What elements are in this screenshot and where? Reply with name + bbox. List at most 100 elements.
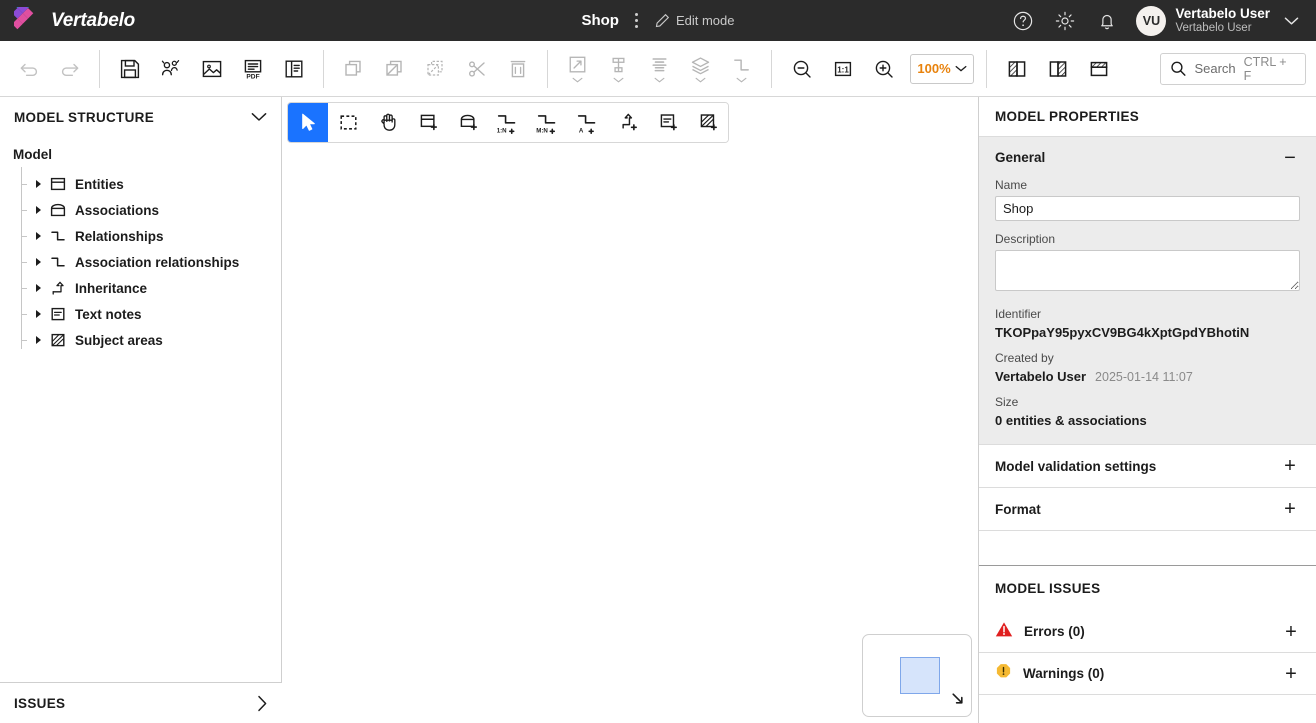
resize-diagonal-icon — [566, 55, 589, 76]
help-circle-icon[interactable] — [1002, 0, 1044, 41]
model-issues-errors-row[interactable]: Errors (0) + — [979, 611, 1316, 653]
tool-add-entity[interactable] — [408, 103, 448, 142]
diagram-canvas[interactable]: 1:N M:N A — [282, 97, 978, 723]
text-note-icon — [49, 306, 67, 322]
sidebar-item-relationships[interactable]: Relationships — [13, 223, 281, 249]
kebab-menu-icon[interactable] — [629, 12, 645, 30]
zoom-out-button[interactable] — [781, 49, 822, 89]
minimap-viewport[interactable] — [900, 657, 940, 694]
minus-icon[interactable]: − — [1280, 148, 1300, 168]
model-issues-warnings-row[interactable]: Warnings (0) + — [979, 653, 1316, 695]
align-button[interactable] — [598, 49, 639, 89]
gear-icon[interactable] — [1044, 0, 1086, 41]
name-field[interactable] — [995, 196, 1300, 221]
documentation-button[interactable] — [273, 49, 314, 89]
paste-special-button[interactable] — [415, 49, 456, 89]
edit-mode-button[interactable]: Edit mode — [655, 13, 735, 28]
chevron-down-icon — [613, 77, 624, 83]
format-section-header[interactable]: Format + — [995, 488, 1300, 530]
sidebar-item-entities[interactable]: Entities — [13, 171, 281, 197]
search-placeholder: Search — [1194, 61, 1235, 76]
zoom-level-select[interactable]: 100% — [910, 54, 974, 84]
zoom-reset-button[interactable]: 1:1 — [822, 49, 863, 89]
paste-button[interactable] — [374, 49, 415, 89]
tool-pan[interactable] — [368, 103, 408, 142]
sidebar-item-associations[interactable]: Associations — [13, 197, 281, 223]
zoom-in-button[interactable] — [863, 49, 904, 89]
share-button[interactable] — [150, 49, 191, 89]
tool-add-subject-area[interactable] — [688, 103, 728, 142]
avatar[interactable]: VU — [1136, 6, 1166, 36]
user-menu-chevron-down-icon[interactable] — [1276, 0, 1306, 41]
undo-button[interactable] — [8, 49, 49, 89]
disclosure-triangle-icon[interactable] — [36, 284, 41, 292]
export-image-button[interactable] — [191, 49, 232, 89]
disclosure-triangle-icon[interactable] — [36, 180, 41, 188]
resize-handle-icon[interactable] — [950, 691, 966, 712]
model-issues-title: MODEL ISSUES — [995, 581, 1100, 596]
panel-right-toggle-button[interactable] — [1037, 49, 1078, 89]
sidebar-item-association-relationships[interactable]: Association relationships — [13, 249, 281, 275]
distribute-button[interactable] — [639, 49, 680, 89]
plus-icon[interactable]: + — [1280, 499, 1300, 519]
tool-caption: M:N — [536, 127, 548, 134]
delete-button[interactable] — [497, 49, 538, 89]
user-block[interactable]: Vertabelo User Vertabelo User — [1175, 6, 1270, 35]
sidebar-item-subject-areas[interactable]: Subject areas — [13, 327, 281, 353]
minimap[interactable] — [862, 634, 972, 717]
tool-marquee-select[interactable] — [328, 103, 368, 142]
brand[interactable]: Vertabelo — [0, 7, 135, 34]
tool-add-inheritance[interactable] — [608, 103, 648, 142]
search-icon — [1170, 60, 1186, 77]
panels-group — [996, 49, 1119, 89]
tool-add-one-to-many[interactable]: 1:N — [488, 103, 528, 142]
cut-button[interactable] — [456, 49, 497, 89]
tool-add-text-note[interactable] — [648, 103, 688, 142]
plus-icon[interactable]: + — [1281, 622, 1301, 642]
arrange-order-button[interactable] — [680, 49, 721, 89]
chevron-down-icon — [572, 77, 583, 83]
format-section[interactable]: Format + — [979, 488, 1316, 531]
model-validation-settings-section[interactable]: Model validation settings + — [979, 445, 1316, 488]
disclosure-triangle-icon[interactable] — [36, 310, 41, 318]
disclosure-triangle-icon[interactable] — [36, 336, 41, 344]
disclosure-triangle-icon[interactable] — [36, 206, 41, 214]
tree-root-label: Model — [13, 147, 281, 171]
floppy-disk-icon — [118, 57, 142, 81]
tool-caption: 1:N — [497, 127, 507, 134]
plus-icon[interactable]: + — [1281, 664, 1301, 684]
tool-add-many-to-many[interactable]: M:N — [528, 103, 568, 142]
bell-icon[interactable] — [1086, 0, 1128, 41]
description-field[interactable] — [995, 250, 1300, 291]
chevron-right-icon[interactable] — [257, 695, 268, 712]
step-connector-icon — [730, 55, 753, 76]
general-section-header[interactable]: General − — [995, 137, 1300, 178]
disclosure-triangle-icon[interactable] — [36, 258, 41, 266]
tool-add-association[interactable] — [448, 103, 488, 142]
model-structure-collapse-chevron-down-icon[interactable] — [251, 112, 267, 122]
tool-add-association-relationship[interactable]: A — [568, 103, 608, 142]
panel-bottom-toggle-button[interactable] — [1078, 49, 1119, 89]
sidebar-item-label: Entities — [75, 177, 124, 192]
save-button[interactable] — [109, 49, 150, 89]
sidebar-item-inheritance[interactable]: Inheritance — [13, 275, 281, 301]
issues-footer[interactable]: ISSUES — [0, 682, 282, 723]
sidebar-item-label: Relationships — [75, 229, 164, 244]
sidebar-item-text-notes[interactable]: Text notes — [13, 301, 281, 327]
search-shortcut: CTRL + F — [1244, 55, 1296, 83]
header-right: VU Vertabelo User Vertabelo User — [1002, 0, 1316, 41]
search-input[interactable]: Search CTRL + F — [1160, 53, 1306, 85]
model-issues-header: MODEL ISSUES — [979, 566, 1316, 611]
redo-button[interactable] — [49, 49, 90, 89]
panel-left-toggle-button[interactable] — [996, 49, 1037, 89]
resize-button[interactable] — [557, 49, 598, 89]
model-validation-settings-header[interactable]: Model validation settings + — [995, 445, 1300, 487]
plus-icon[interactable]: + — [1280, 456, 1300, 476]
routing-button[interactable] — [721, 49, 762, 89]
export-pdf-button[interactable]: PDF — [232, 49, 273, 89]
paste-icon — [383, 57, 407, 81]
tool-select[interactable] — [288, 103, 328, 142]
disclosure-triangle-icon[interactable] — [36, 232, 41, 240]
copy-button[interactable] — [333, 49, 374, 89]
toolbar-divider — [547, 50, 548, 88]
